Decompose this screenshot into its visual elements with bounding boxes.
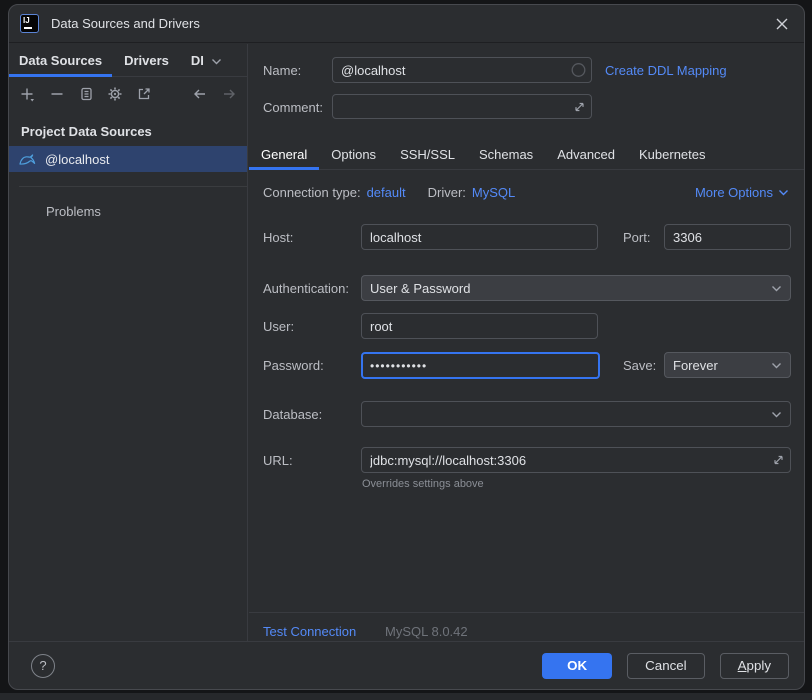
name-input[interactable] bbox=[332, 57, 592, 83]
password-input[interactable] bbox=[361, 352, 600, 379]
connection-settings-panel: Name: Create DDL Mapping Comment: bbox=[249, 44, 804, 641]
name-field-wrap bbox=[332, 57, 592, 83]
footer-buttons: OK Cancel Apply bbox=[542, 653, 789, 679]
chevron-down-icon bbox=[778, 189, 789, 196]
password-label: Password: bbox=[263, 358, 324, 373]
help-icon[interactable]: ? bbox=[31, 654, 55, 678]
spinner-circle-icon bbox=[571, 63, 586, 78]
host-field-wrap bbox=[361, 224, 598, 250]
tab-kubernetes[interactable]: Kubernetes bbox=[627, 140, 718, 169]
test-connection-link[interactable]: Test Connection bbox=[263, 624, 356, 639]
remove-icon[interactable] bbox=[48, 86, 65, 103]
project-data-sources-header: Project Data Sources bbox=[21, 124, 247, 139]
ok-button[interactable]: OK bbox=[542, 653, 612, 679]
tab-drivers[interactable]: Drivers bbox=[112, 44, 181, 76]
chevron-down-icon bbox=[771, 362, 782, 369]
host-input[interactable] bbox=[361, 224, 598, 250]
chevron-down-icon[interactable] bbox=[211, 58, 222, 65]
sidebar-divider bbox=[19, 186, 247, 187]
database-combobox[interactable] bbox=[361, 401, 791, 427]
driver-version-text: MySQL 8.0.42 bbox=[385, 624, 468, 639]
driver-value-link[interactable]: MySQL bbox=[472, 185, 515, 200]
url-input[interactable] bbox=[361, 447, 791, 473]
tab-ddl-truncated[interactable]: DI bbox=[181, 44, 232, 76]
tab-advanced[interactable]: Advanced bbox=[545, 140, 627, 169]
comment-input[interactable] bbox=[332, 94, 592, 119]
add-icon[interactable] bbox=[19, 86, 36, 103]
user-field-wrap bbox=[361, 313, 598, 339]
dialog-title: Data Sources and Drivers bbox=[51, 16, 200, 31]
authentication-select[interactable]: User & Password bbox=[361, 275, 791, 301]
sidebar: Data Sources Drivers DI bbox=[9, 44, 248, 641]
connection-type-row: Connection type: default Driver: MySQL M… bbox=[263, 185, 789, 200]
title-bar: IJ Data Sources and Drivers bbox=[9, 5, 804, 43]
user-input[interactable] bbox=[361, 313, 598, 339]
create-ddl-mapping-link[interactable]: Create DDL Mapping bbox=[605, 63, 727, 78]
name-label: Name: bbox=[263, 63, 301, 78]
dialog-window: IJ Data Sources and Drivers Data Sources… bbox=[8, 4, 805, 690]
url-field-wrap bbox=[361, 447, 791, 473]
chevron-down-icon bbox=[771, 411, 782, 418]
url-hint: Overrides settings above bbox=[362, 478, 484, 490]
database-label: Database: bbox=[263, 407, 322, 422]
tab-data-sources[interactable]: Data Sources bbox=[9, 44, 112, 76]
password-field-wrap bbox=[361, 352, 600, 379]
host-label: Host: bbox=[263, 230, 293, 245]
back-arrow-icon[interactable] bbox=[191, 86, 208, 103]
driver-label: Driver: bbox=[428, 185, 466, 200]
port-field-wrap bbox=[664, 224, 791, 250]
sidebar-toolbar bbox=[9, 79, 247, 109]
desktop-background bbox=[0, 693, 812, 700]
port-input[interactable] bbox=[664, 224, 791, 250]
dialog-footer: ? OK Cancel Apply bbox=[9, 641, 804, 689]
tab-schemas[interactable]: Schemas bbox=[467, 140, 545, 169]
user-label: User: bbox=[263, 319, 294, 334]
url-label: URL: bbox=[263, 453, 293, 468]
port-label: Port: bbox=[623, 230, 650, 245]
save-select[interactable]: Forever bbox=[664, 352, 791, 378]
apply-button[interactable]: Apply bbox=[720, 653, 789, 679]
forward-arrow-icon[interactable] bbox=[220, 86, 237, 103]
settings-tab-strip: General Options SSH/SSL Schemas Advanced… bbox=[249, 140, 804, 170]
datasource-item-label: @localhost bbox=[45, 152, 110, 167]
authentication-label: Authentication: bbox=[263, 281, 349, 296]
save-label: Save: bbox=[623, 358, 656, 373]
sidebar-item-problems[interactable]: Problems bbox=[46, 204, 247, 219]
mysql-dolphin-icon bbox=[19, 152, 36, 166]
tab-options[interactable]: Options bbox=[319, 140, 388, 169]
dialog-body: Data Sources Drivers DI bbox=[9, 44, 804, 641]
tab-ssh-ssl[interactable]: SSH/SSL bbox=[388, 140, 467, 169]
gear-icon[interactable] bbox=[106, 86, 123, 103]
chevron-down-icon bbox=[771, 285, 782, 292]
expand-icon[interactable] bbox=[573, 100, 586, 113]
comment-field-wrap bbox=[332, 94, 592, 119]
tab-general[interactable]: General bbox=[249, 140, 319, 169]
panel-divider bbox=[249, 612, 804, 613]
cancel-button[interactable]: Cancel bbox=[627, 653, 705, 679]
connection-type-label: Connection type: bbox=[263, 185, 361, 200]
duplicate-icon[interactable] bbox=[77, 86, 94, 103]
more-options-link[interactable]: More Options bbox=[695, 185, 789, 200]
datasource-item-localhost[interactable]: @localhost bbox=[9, 146, 247, 172]
comment-label: Comment: bbox=[263, 100, 323, 115]
intellij-logo-icon: IJ bbox=[20, 14, 39, 33]
close-icon[interactable] bbox=[771, 13, 793, 35]
connection-type-value-link[interactable]: default bbox=[367, 185, 406, 200]
expand-icon[interactable] bbox=[772, 454, 785, 467]
sidebar-tab-strip: Data Sources Drivers DI bbox=[9, 44, 247, 77]
open-in-new-icon[interactable] bbox=[135, 86, 152, 103]
